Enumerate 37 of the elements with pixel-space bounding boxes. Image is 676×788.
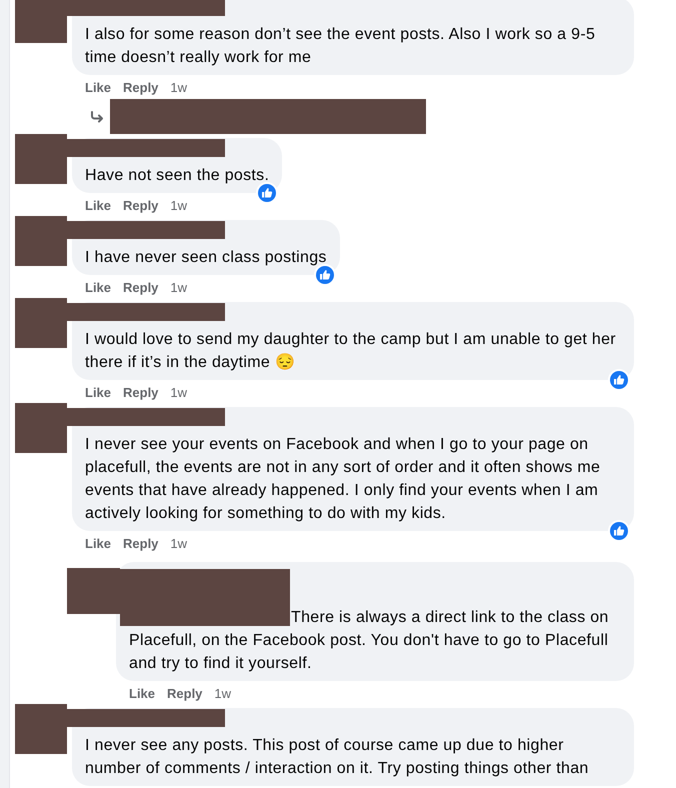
like-link[interactable]: Like <box>85 278 112 298</box>
like-reaction-icon[interactable] <box>256 182 278 204</box>
redacted-avatar <box>15 403 67 453</box>
redacted-avatar <box>15 704 67 754</box>
redacted-avatar <box>15 0 67 43</box>
redacted-avatar <box>15 216 67 266</box>
like-link[interactable]: Like <box>85 534 112 554</box>
comment-text: There is always a direct link to the class on Placefull, on the Facebook post. You don't have to go to Placefull and try to find it yourself. <box>129 608 610 674</box>
reply-link[interactable]: Reply <box>123 78 158 98</box>
comment-time[interactable]: 1w <box>214 684 232 704</box>
like-link[interactable]: Like <box>85 196 112 216</box>
comment-text: I also for some reason don’t see the event posts. Also I work so a 9-5 time doesn’t really work for me <box>85 25 596 68</box>
like-reaction-icon[interactable] <box>608 369 630 391</box>
comment-time[interactable]: 1w <box>170 278 188 298</box>
redacted-avatar <box>15 134 67 184</box>
comment-text: I have never seen class postings <box>85 248 327 268</box>
reply-link[interactable]: Reply <box>123 534 158 554</box>
like-reaction-icon[interactable] <box>314 264 336 286</box>
like-link[interactable]: Like <box>85 78 112 98</box>
comment-time[interactable]: 1w <box>170 78 188 98</box>
comment-text: I never see your events on Facebook and when I go to your page on placefull, the events are not in any sort of order and it often shows me events that have already happened. I only find your events when I am actively looking for something to do with my kids. <box>85 435 602 524</box>
comment-time[interactable]: 1w <box>170 383 188 403</box>
like-link[interactable]: Like <box>85 383 112 403</box>
comment-text: Have not seen the posts. <box>85 166 270 186</box>
reply-arrow-icon <box>90 110 104 122</box>
redacted-avatar <box>15 298 67 348</box>
reply-link[interactable]: Reply <box>123 278 158 298</box>
reply-link[interactable]: Reply <box>123 196 158 216</box>
like-link[interactable]: Like <box>129 684 156 704</box>
comment-text: I never see any posts. This post of course came up due to higher number of comments / interaction on it. Try posting things other than <box>85 736 590 779</box>
like-reaction-icon[interactable] <box>608 520 630 542</box>
reply-link[interactable]: Reply <box>167 684 202 704</box>
reply-link[interactable]: Reply <box>123 383 158 403</box>
comment-text: I would love to send my daughter to the camp but I am unable to get her there if it’s in the daytime 😔 <box>85 330 617 373</box>
comment-time[interactable]: 1w <box>170 196 188 216</box>
comment-time[interactable]: 1w <box>170 534 188 554</box>
redacted-avatar <box>67 568 120 614</box>
